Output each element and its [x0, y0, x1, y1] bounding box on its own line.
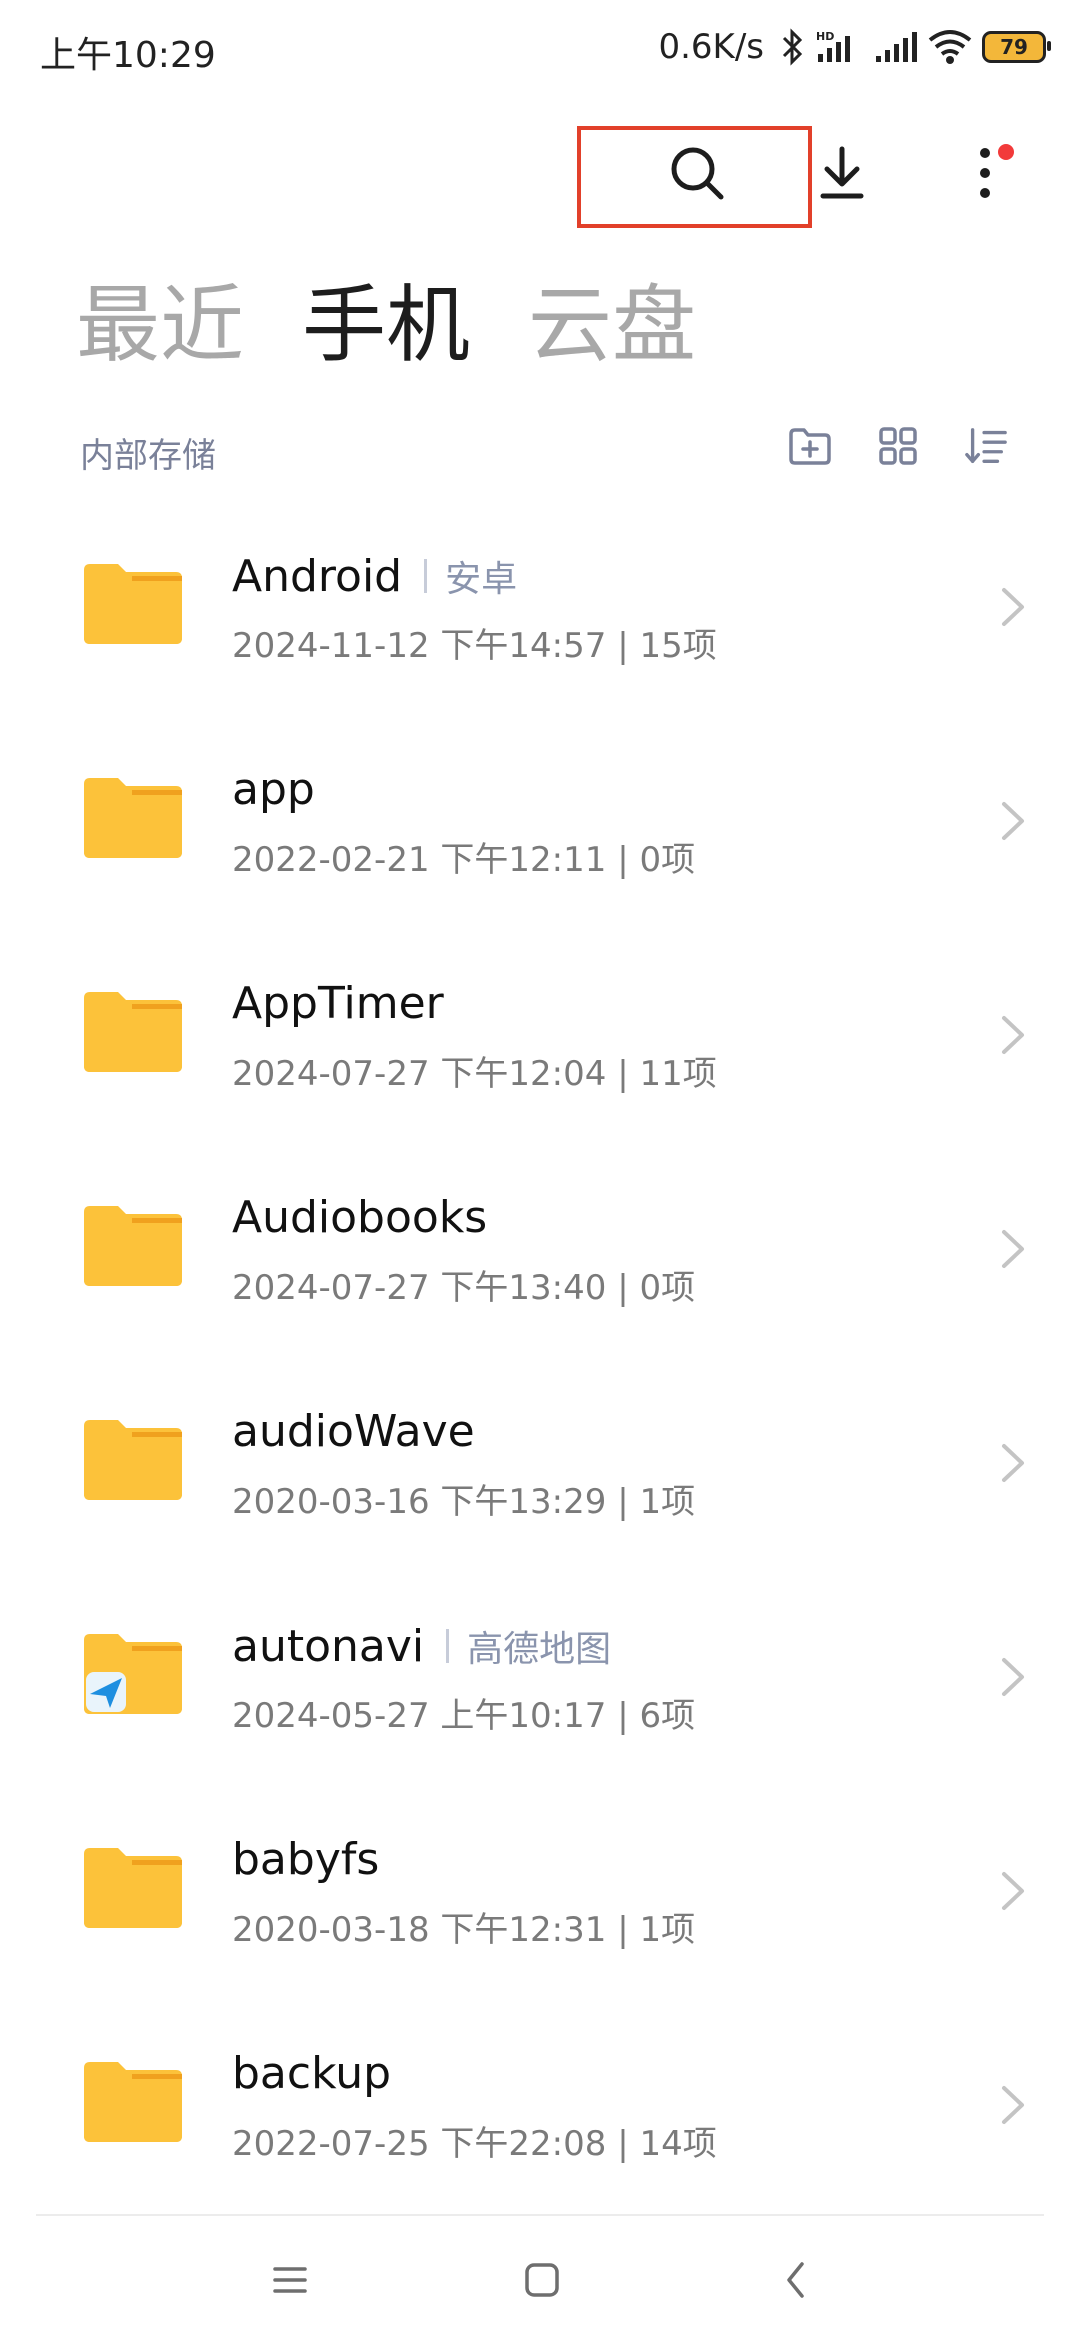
chevron-right-icon [1002, 1872, 1024, 1910]
wifi-icon [928, 28, 972, 66]
new-folder-icon [789, 428, 831, 465]
back-button[interactable] [766, 2250, 826, 2310]
folder-name: babyfs [232, 1834, 380, 1885]
status-bar: 上午10:29 0.6K/s HD 79 [0, 0, 1080, 96]
folder-name: audioWave [232, 1406, 475, 1457]
folder-name: Audiobooks [232, 1192, 488, 1243]
network-speed: 0.6K/s [658, 27, 764, 67]
recent-apps-button[interactable] [260, 2250, 320, 2310]
menu-icon [273, 2267, 307, 2293]
folder-tag: 高德地图 [467, 1629, 612, 1670]
navigation-bar [0, 2214, 1080, 2340]
storage-title: 内部存储 [80, 436, 216, 476]
chevron-right-icon [1002, 1658, 1024, 1696]
folder-meta: 2020-03-16 下午13:29 | 1项 [232, 1482, 696, 1522]
folder-meta: 2024-07-27 下午13:40 | 0项 [232, 1268, 696, 1308]
toolbar [0, 96, 1080, 246]
folder-name: AppTimer [232, 978, 444, 1029]
svg-text:HD: HD [816, 30, 834, 43]
more-vert-icon [980, 148, 990, 198]
status-time: 上午10:29 [40, 35, 216, 76]
folder-row-android[interactable]: Android 安卓 2024-11-12 下午14:57 | 15项 [0, 500, 1080, 714]
folder-name: backup [232, 2048, 392, 2099]
folder-meta: 2024-05-27 上午10:17 | 6项 [232, 1696, 696, 1736]
folder-tag: 安卓 [445, 559, 518, 600]
signal-icon [874, 28, 918, 66]
chevron-right-icon [1002, 588, 1024, 626]
folder-icon [84, 564, 182, 644]
download-icon [820, 146, 864, 199]
folder-icon [84, 1848, 182, 1928]
folder-app-icon [84, 1634, 182, 1714]
folder-icon [84, 2062, 182, 2142]
folder-row-app[interactable]: app 2022-02-21 下午12:11 | 0项 [0, 714, 1080, 928]
home-button[interactable] [512, 2250, 572, 2310]
section-actions [788, 424, 1008, 468]
back-icon [787, 2262, 804, 2298]
grid-view-button[interactable] [876, 424, 920, 468]
status-icons: 0.6K/s HD 79 [658, 22, 1051, 72]
chevron-right-icon [1002, 1444, 1024, 1482]
more-options-button[interactable] [940, 128, 1030, 218]
chevron-right-icon [1002, 2086, 1024, 2124]
folder-row-apptimer[interactable]: AppTimer 2024-07-27 下午12:04 | 11项 [0, 928, 1080, 1142]
folder-icon [84, 778, 182, 858]
nav-divider [36, 2214, 1044, 2216]
search-highlight-box [577, 126, 812, 228]
folder-meta: 2024-07-27 下午12:04 | 11项 [232, 1054, 717, 1094]
sort-icon [965, 428, 1007, 463]
tab-recent[interactable]: 最近 [76, 275, 244, 375]
folder-meta: 2020-03-18 下午12:31 | 1项 [232, 1910, 696, 1950]
folder-name: app [232, 764, 315, 815]
tag-divider [424, 559, 428, 593]
battery-icon: 79 [982, 31, 1051, 63]
folder-icon [84, 1420, 182, 1500]
folder-name: autonavi [232, 1620, 425, 1672]
notification-dot [998, 144, 1014, 160]
tag-divider [446, 1629, 450, 1663]
folder-row-autonavi[interactable]: autonavi 高德地图 2024-05-27 上午10:17 | 6项 [0, 1570, 1080, 1784]
tab-phone[interactable]: 手机 [302, 275, 470, 375]
folder-meta: 2024-11-12 下午14:57 | 15项 [232, 626, 717, 666]
folder-icon [84, 1206, 182, 1286]
chevron-right-icon [1002, 1016, 1024, 1054]
folder-name: Android [232, 550, 403, 602]
folder-list: Android 安卓 2024-11-12 下午14:57 | 15项 app … [0, 500, 1080, 2212]
sort-button[interactable] [964, 424, 1008, 468]
home-icon [525, 2263, 559, 2297]
grid-view-icon [879, 427, 917, 465]
folder-meta: 2022-07-25 下午22:08 | 14项 [232, 2124, 717, 2164]
folder-meta: 2022-02-21 下午12:11 | 0项 [232, 840, 696, 880]
folder-icon [84, 992, 182, 1072]
folder-row-audiobooks[interactable]: Audiobooks 2024-07-27 下午13:40 | 0项 [0, 1142, 1080, 1356]
tab-bar: 最近 手机 云盘 [76, 275, 696, 375]
folder-row-backup[interactable]: backup 2022-07-25 下午22:08 | 14项 [0, 1998, 1080, 2212]
folder-row-babyfs[interactable]: babyfs 2020-03-18 下午12:31 | 1项 [0, 1784, 1080, 1998]
chevron-right-icon [1002, 802, 1024, 840]
tab-cloud[interactable]: 云盘 [528, 275, 696, 375]
folder-row-audiowave[interactable]: audioWave 2020-03-16 下午13:29 | 1项 [0, 1356, 1080, 1570]
bluetooth-icon [780, 28, 804, 66]
hd-signal-icon: HD [814, 28, 864, 66]
chevron-right-icon [1002, 1230, 1024, 1268]
new-folder-button[interactable] [788, 424, 832, 468]
